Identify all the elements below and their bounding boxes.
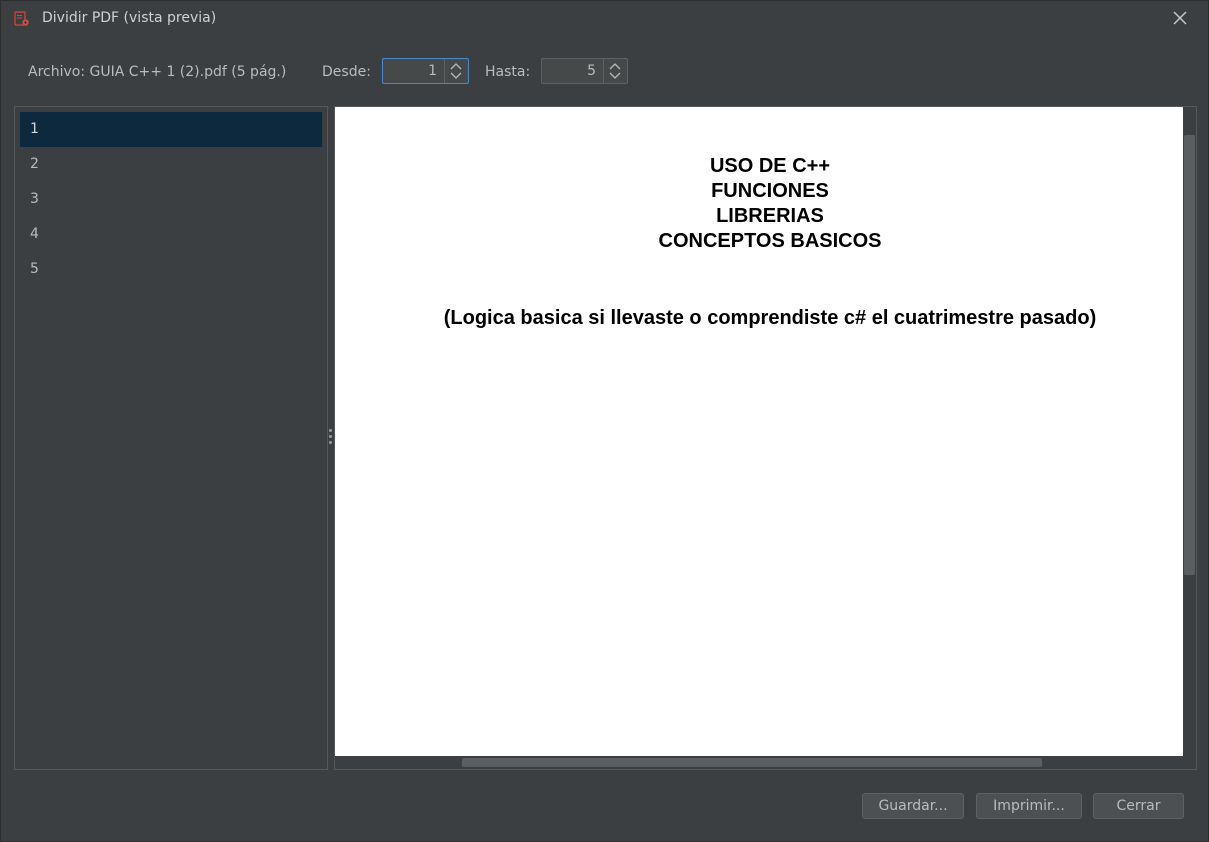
to-page-input[interactable] [542, 59, 602, 83]
pdf-app-icon [14, 11, 29, 26]
close-button[interactable]: Cerrar [1093, 793, 1184, 819]
page-preview[interactable]: USO DE C++ FUNCIONES LIBRERIAS CONCEPTOS… [334, 106, 1197, 770]
to-page-stepper[interactable] [603, 59, 627, 83]
preview-title-line: FUNCIONES [711, 180, 829, 202]
preview-title-line: CONCEPTOS BASICOS [658, 230, 882, 252]
from-page-input[interactable] [383, 59, 443, 83]
to-page-spinner[interactable] [541, 58, 628, 84]
file-info-label: Archivo: GUIA C++ 1 (2).pdf (5 pág.) [28, 64, 287, 80]
spinner-arrows-icon [450, 63, 462, 79]
to-label: Hasta: [485, 64, 531, 80]
vertical-scrollbar[interactable] [1183, 107, 1196, 756]
save-button[interactable]: Guardar... [862, 793, 964, 819]
window-title: Dividir PDF (vista previa) [42, 10, 217, 26]
title-bar[interactable]: Dividir PDF (vista previa) [1, 1, 1208, 38]
page-list-item[interactable]: 1 [20, 112, 322, 147]
pdf-page-canvas: USO DE C++ FUNCIONES LIBRERIAS CONCEPTOS… [335, 107, 1183, 756]
preview-title-block: USO DE C++ FUNCIONES LIBRERIAS CONCEPTOS… [335, 154, 1196, 254]
horizontal-scrollbar-thumb[interactable] [462, 758, 1042, 767]
page-list[interactable]: 1 2 3 4 5 [14, 106, 328, 770]
spinner-arrows-icon [609, 63, 621, 79]
from-page-stepper[interactable] [444, 59, 468, 83]
print-button[interactable]: Imprimir... [976, 793, 1082, 819]
preview-title-line: USO DE C++ [709, 155, 831, 177]
split-pdf-dialog: Dividir PDF (vista previa) Archivo: GUIA… [0, 0, 1209, 842]
splitter-grip-dot [329, 429, 332, 432]
from-label: Desde: [322, 64, 371, 80]
close-window-button[interactable] [1167, 7, 1193, 31]
preview-subtitle: (Logica basica si llevaste o comprendist… [443, 307, 1097, 329]
splitter-grip-dot [329, 441, 332, 444]
vertical-scrollbar-thumb[interactable] [1184, 135, 1195, 575]
from-page-spinner[interactable] [382, 58, 469, 84]
page-list-item[interactable]: 5 [20, 252, 322, 287]
horizontal-scrollbar[interactable] [335, 756, 1183, 769]
page-list-item[interactable]: 3 [20, 182, 322, 217]
page-list-item[interactable]: 4 [20, 217, 322, 252]
close-icon [1173, 11, 1187, 25]
preview-title-line: LIBRERIAS [716, 205, 824, 227]
splitter-grip-dot [329, 435, 332, 438]
page-list-item[interactable]: 2 [20, 147, 322, 182]
